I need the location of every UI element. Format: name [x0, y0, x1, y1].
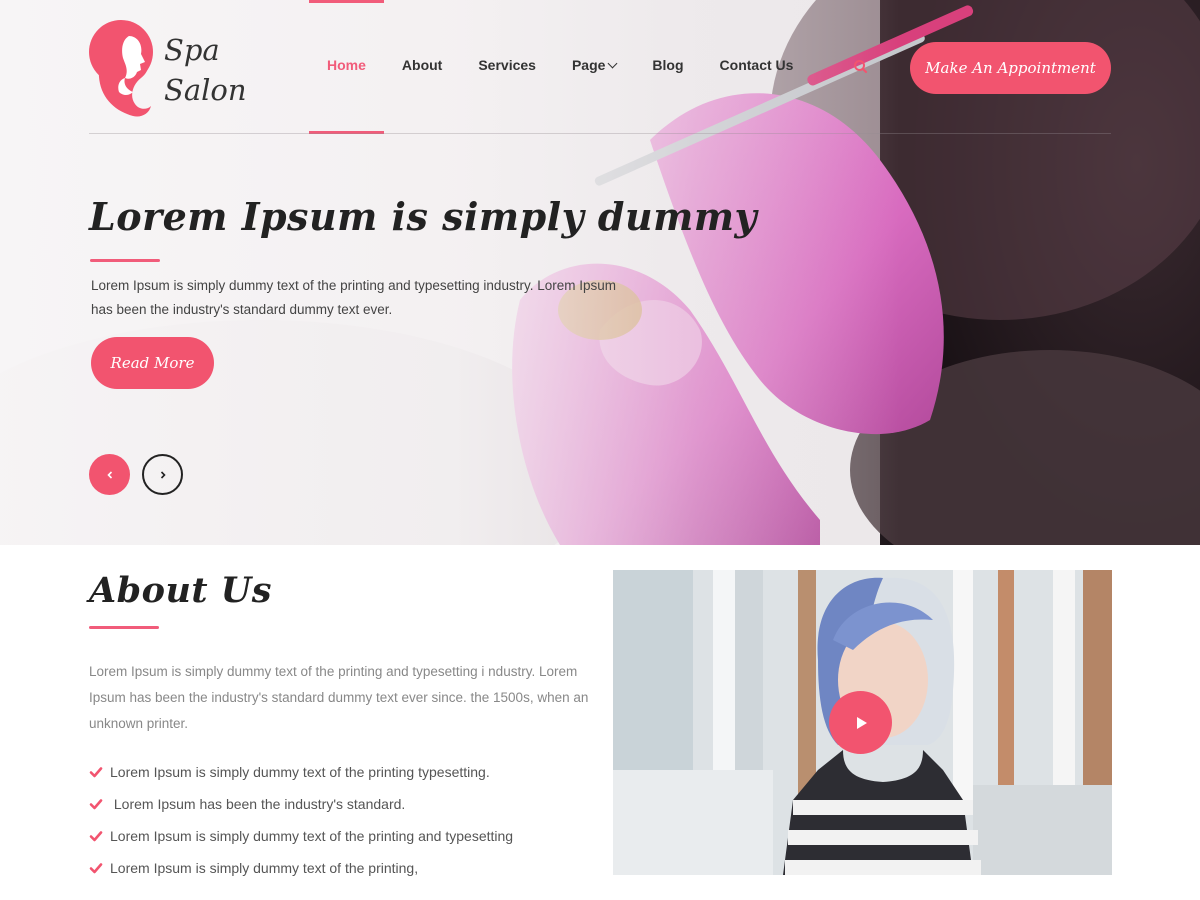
- slider-next-button[interactable]: [142, 454, 183, 495]
- woman-silhouette-logo-icon: [89, 20, 153, 117]
- about-feature-list: Lorem Ipsum is simply dummy text of the …: [89, 756, 513, 884]
- list-item: Lorem Ipsum is simply dummy text of the …: [89, 756, 513, 788]
- nav-item-blog[interactable]: Blog: [634, 0, 701, 134]
- site-header: Spa Salon Home About Services Page Blog: [0, 0, 1200, 134]
- nav-item-label: About: [401, 57, 443, 73]
- nav-item-label: Services: [478, 57, 536, 73]
- video-play-button[interactable]: [829, 691, 892, 754]
- check-icon: [89, 831, 103, 842]
- logo-text-line1: Spa: [164, 33, 220, 67]
- slider-prev-button[interactable]: [89, 454, 130, 495]
- nav-item-home[interactable]: Home: [309, 0, 384, 134]
- nav-item-label: Home: [327, 57, 366, 73]
- header-divider: [89, 133, 1111, 134]
- about-title: About Us: [89, 570, 272, 611]
- about-title-underline: [89, 626, 159, 629]
- site-logo[interactable]: Spa Salon: [89, 18, 259, 118]
- logo-text: Spa Salon: [164, 30, 247, 110]
- play-icon: [856, 716, 867, 729]
- list-item-text: Lorem Ipsum is simply dummy text of the …: [110, 860, 419, 876]
- list-item-text: Lorem Ipsum has been the industry's stan…: [110, 796, 406, 812]
- search-icon[interactable]: [852, 58, 870, 76]
- hero-section: Spa Salon Home About Services Page Blog: [0, 0, 1200, 545]
- make-appointment-button[interactable]: Make An Appointment: [910, 42, 1111, 94]
- nav-item-contact[interactable]: Contact Us: [702, 0, 812, 134]
- main-nav: Home About Services Page Blog Contact Us: [309, 0, 811, 134]
- hero-title-underline: [90, 259, 160, 262]
- logo-text-line2: Salon: [164, 73, 247, 107]
- about-video[interactable]: [613, 570, 1112, 875]
- about-description: Lorem Ipsum is simply dummy text of the …: [89, 664, 589, 731]
- list-item: Lorem Ipsum is simply dummy text of the …: [89, 852, 513, 884]
- nav-item-about[interactable]: About: [384, 0, 460, 134]
- check-icon: [89, 767, 103, 778]
- nav-item-page[interactable]: Page: [554, 0, 634, 134]
- nav-item-label: Contact Us: [719, 57, 794, 73]
- check-icon: [89, 799, 103, 810]
- list-item-text: Lorem Ipsum is simply dummy text of the …: [110, 828, 514, 844]
- chevron-down-icon: [607, 58, 618, 68]
- check-icon: [89, 863, 103, 874]
- list-item-text: Lorem Ipsum is simply dummy text of the …: [110, 764, 490, 780]
- nav-item-label: Blog: [652, 57, 684, 73]
- hero-title: Lorem Ipsum is simply dummy: [89, 194, 758, 239]
- nav-item-label: Page: [571, 57, 606, 73]
- chevron-left-icon: [106, 470, 112, 479]
- nav-item-services[interactable]: Services: [460, 0, 554, 134]
- list-item: Lorem Ipsum is simply dummy text of the …: [89, 820, 513, 852]
- list-item: Lorem Ipsum has been the industry's stan…: [89, 788, 513, 820]
- read-more-button[interactable]: Read More: [91, 337, 214, 389]
- chevron-right-icon: [160, 470, 166, 479]
- hero-description: Lorem Ipsum is simply dummy text of the …: [91, 278, 616, 317]
